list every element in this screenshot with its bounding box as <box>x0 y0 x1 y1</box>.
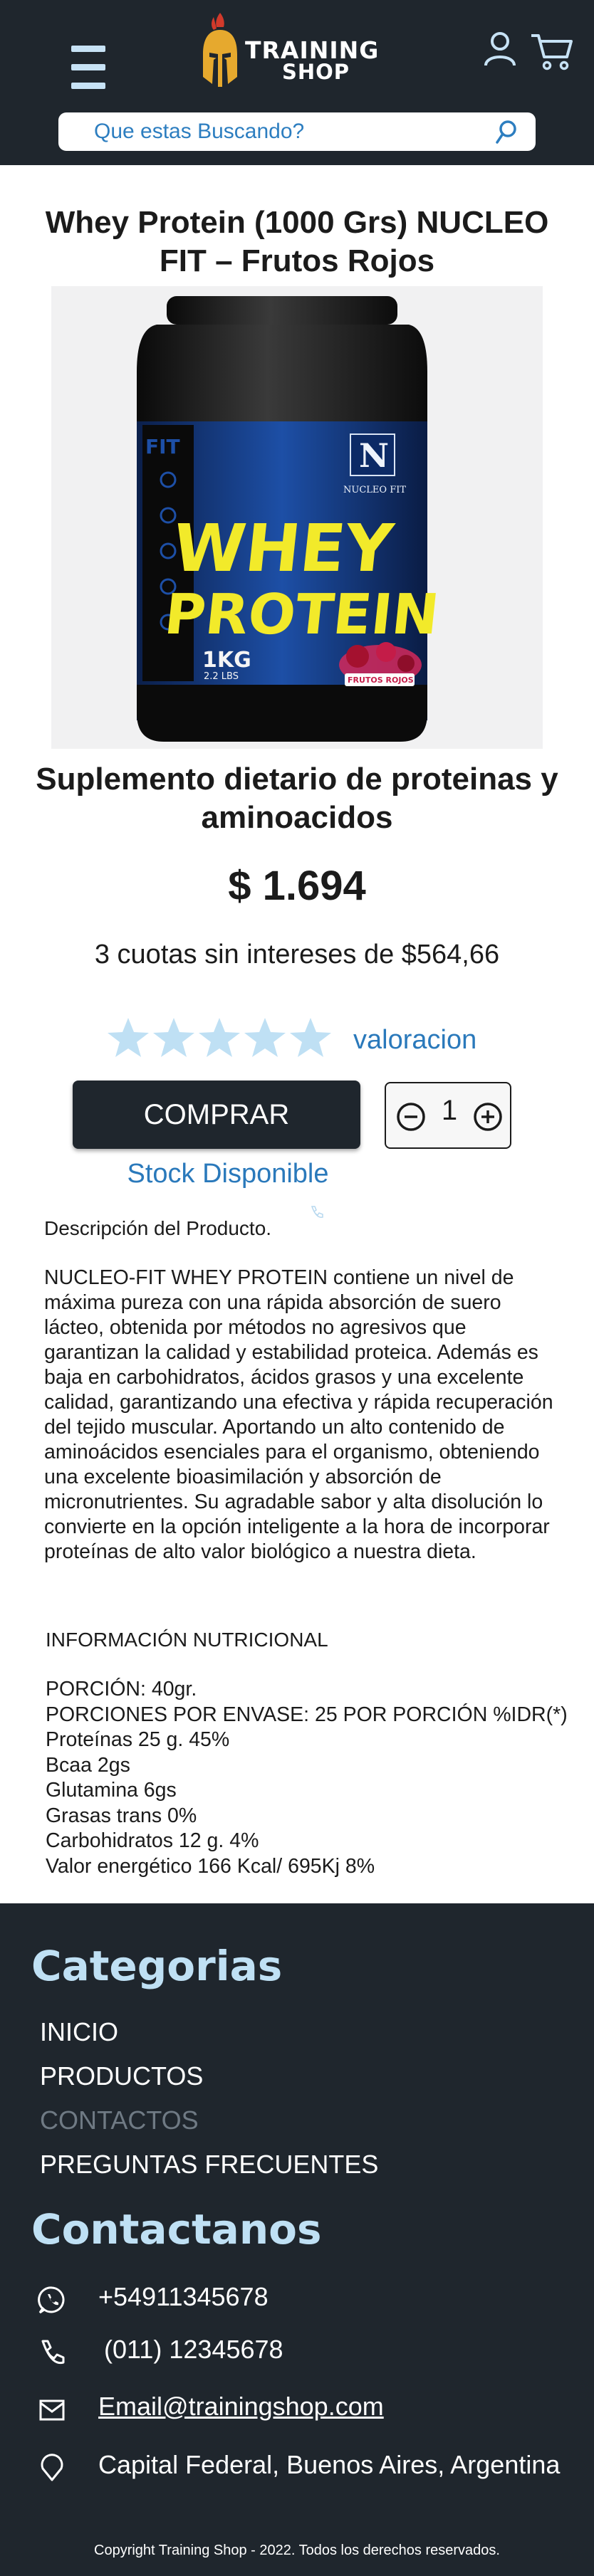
rating-link[interactable]: valoracion <box>353 1025 476 1056</box>
star-icon[interactable] <box>198 1016 241 1059</box>
menu-icon[interactable] <box>71 46 105 90</box>
quantity-stepper: 1 <box>385 1082 511 1149</box>
search-bar <box>58 112 536 151</box>
tub-logo-letter: N <box>359 436 389 475</box>
user-account-icon[interactable] <box>483 31 517 67</box>
brand-line-2: SHOP <box>282 60 350 84</box>
brand-line-1: TRAINING <box>245 36 380 64</box>
minus-icon[interactable] <box>396 1102 426 1132</box>
phone-icon <box>41 2340 65 2365</box>
spartan-helmet-icon <box>203 13 237 87</box>
product-image: FIT N NUCLEO FIT WHEY PROTEIN 1KG 2.2 LB… <box>51 286 543 749</box>
site-header: TRAINING SHOP <box>0 0 594 165</box>
nutrition-list: PORCIÓN: 40gr. PORCIONES POR ENVASE: 25 … <box>46 1677 573 1879</box>
stock-status: Stock Disponible <box>127 1159 329 1189</box>
star-icon[interactable] <box>244 1016 286 1059</box>
contact-phone: (011) 12345678 <box>37 2335 578 2370</box>
star-icon[interactable] <box>289 1016 332 1059</box>
plus-icon[interactable] <box>473 1102 503 1132</box>
contact-email: Email@trainingshop.com <box>37 2392 578 2427</box>
product-subtitle: Suplemento dietario de proteinas y amino… <box>36 762 558 835</box>
copyright-text: Copyright Training Shop - 2022. Todos lo… <box>94 2543 500 2558</box>
nutrition-line: Proteínas 25 g. 45% <box>46 1728 230 1751</box>
tub-logo-text: NUCLEO FIT <box>343 485 406 495</box>
product-price: $ 1.694 <box>228 863 366 909</box>
contact-heading: Contactanos <box>31 2205 322 2254</box>
nutrition-line: Bcaa 2gs <box>46 1753 130 1777</box>
nutrition-line: Carbohidratos 12 g. 4% <box>46 1829 259 1852</box>
quantity-value[interactable]: 1 <box>432 1095 467 1127</box>
tub-whey-text: WHEY <box>170 510 397 587</box>
description-body: NUCLEO-FIT WHEY PROTEIN contiene un nive… <box>44 1266 553 1563</box>
tub-fit-text: FIT <box>145 435 180 458</box>
contact-whatsapp: +54911345678 <box>37 2282 578 2318</box>
location-pin-icon <box>41 2454 63 2481</box>
product-title: Whey Protein (1000 Grs) NUCLEO FIT – Fru… <box>45 205 549 278</box>
tub-protein-text: PROTEIN <box>162 582 442 647</box>
installments-info: 3 cuotas sin intereses de $564,66 <box>94 940 500 969</box>
mail-icon <box>39 2399 65 2421</box>
site-logo[interactable]: TRAINING SHOP <box>201 13 400 91</box>
whatsapp-number[interactable]: +54911345678 <box>98 2282 269 2312</box>
nutrition-line: Valor energético 166 Kcal/ 695Kj 8% <box>46 1854 375 1878</box>
site-footer: Categorias INICIO PRODUCTOS CONTACTOS PR… <box>0 1903 594 2576</box>
star-icon[interactable] <box>152 1016 195 1059</box>
search-icon[interactable] <box>493 118 521 147</box>
footer-link-productos[interactable]: PRODUCTOS <box>40 2061 203 2091</box>
phone-icon <box>311 1206 323 1218</box>
categories-heading: Categorias <box>31 1942 283 1990</box>
email-link[interactable]: Email@trainingshop.com <box>98 2392 384 2422</box>
tub-weight-lb-text: 2.2 LBS <box>204 671 239 682</box>
footer-link-contactos[interactable]: CONTACTOS <box>40 2106 199 2135</box>
footer-link-preguntas-frecuentes[interactable]: PREGUNTAS FRECUENTES <box>40 2150 378 2180</box>
footer-link-inicio[interactable]: INICIO <box>40 2017 118 2047</box>
buy-button[interactable]: COMPRAR <box>73 1081 360 1149</box>
nutrition-heading: INFORMACIÓN NUTRICIONAL <box>46 1629 328 1651</box>
tub-flavor-text: FRUTOS ROJOS <box>348 675 414 685</box>
star-icon[interactable] <box>107 1016 150 1059</box>
nutrition-line: Glutamina 6gs <box>46 1779 177 1802</box>
nutrition-line: PORCIÓN: 40gr. <box>46 1678 197 1700</box>
phone-number[interactable]: (011) 12345678 <box>104 2335 283 2365</box>
search-input[interactable] <box>94 112 493 151</box>
tub-weight-text: 1KG <box>202 648 251 673</box>
protein-tub-image: FIT N NUCLEO FIT WHEY PROTEIN 1KG 2.2 LB… <box>137 296 442 742</box>
whatsapp-icon <box>38 2286 65 2314</box>
shopping-cart-icon[interactable] <box>530 31 574 71</box>
nutrition-line: PORCIONES POR ENVASE: 25 POR PORCIÓN %ID… <box>46 1703 568 1726</box>
rating-row: valoracion <box>107 1016 506 1063</box>
description-heading: Descripción del Producto. <box>44 1217 272 1239</box>
location-text: Capital Federal, Buenos Aires, Argentina <box>98 2450 561 2479</box>
nutrition-line: Grasas trans 0% <box>46 1804 197 1827</box>
contact-location: Capital Federal, Buenos Aires, Argentina <box>37 2450 578 2486</box>
